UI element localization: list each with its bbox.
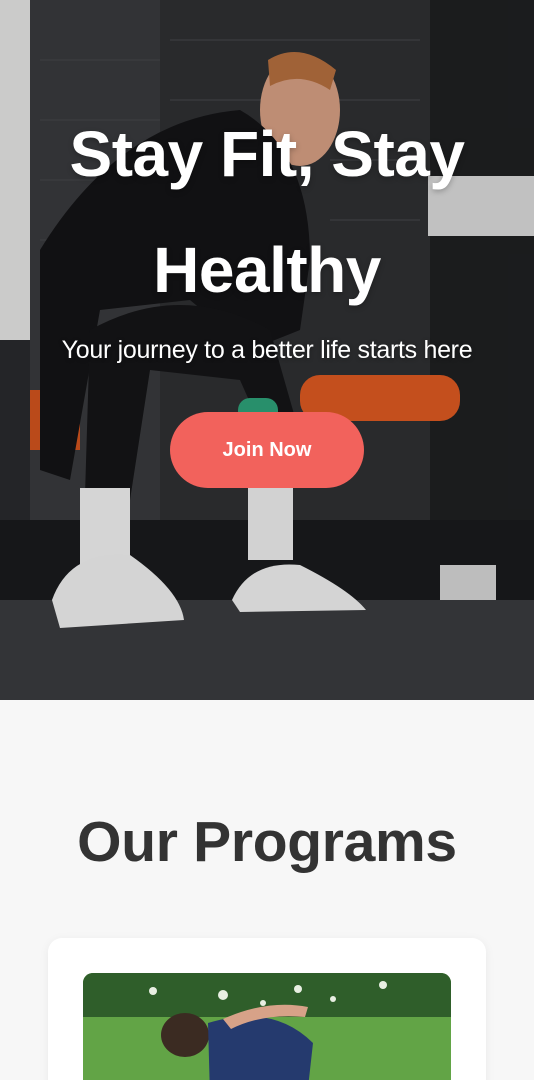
program-photo <box>83 973 451 1080</box>
programs-section: Our Programs <box>0 700 534 1080</box>
join-now-button[interactable]: Join Now <box>170 412 364 488</box>
programs-heading: Our Programs <box>77 810 457 874</box>
hero-title: Stay Fit, Stay Healthy <box>69 118 465 306</box>
hero-section: Stay Fit, Stay Healthy Your journey to a… <box>0 0 534 700</box>
program-card[interactable] <box>48 938 486 1080</box>
hero-subtitle: Your journey to a better life starts her… <box>61 336 473 364</box>
hero-content: Stay Fit, Stay Healthy Your journey to a… <box>0 0 534 700</box>
